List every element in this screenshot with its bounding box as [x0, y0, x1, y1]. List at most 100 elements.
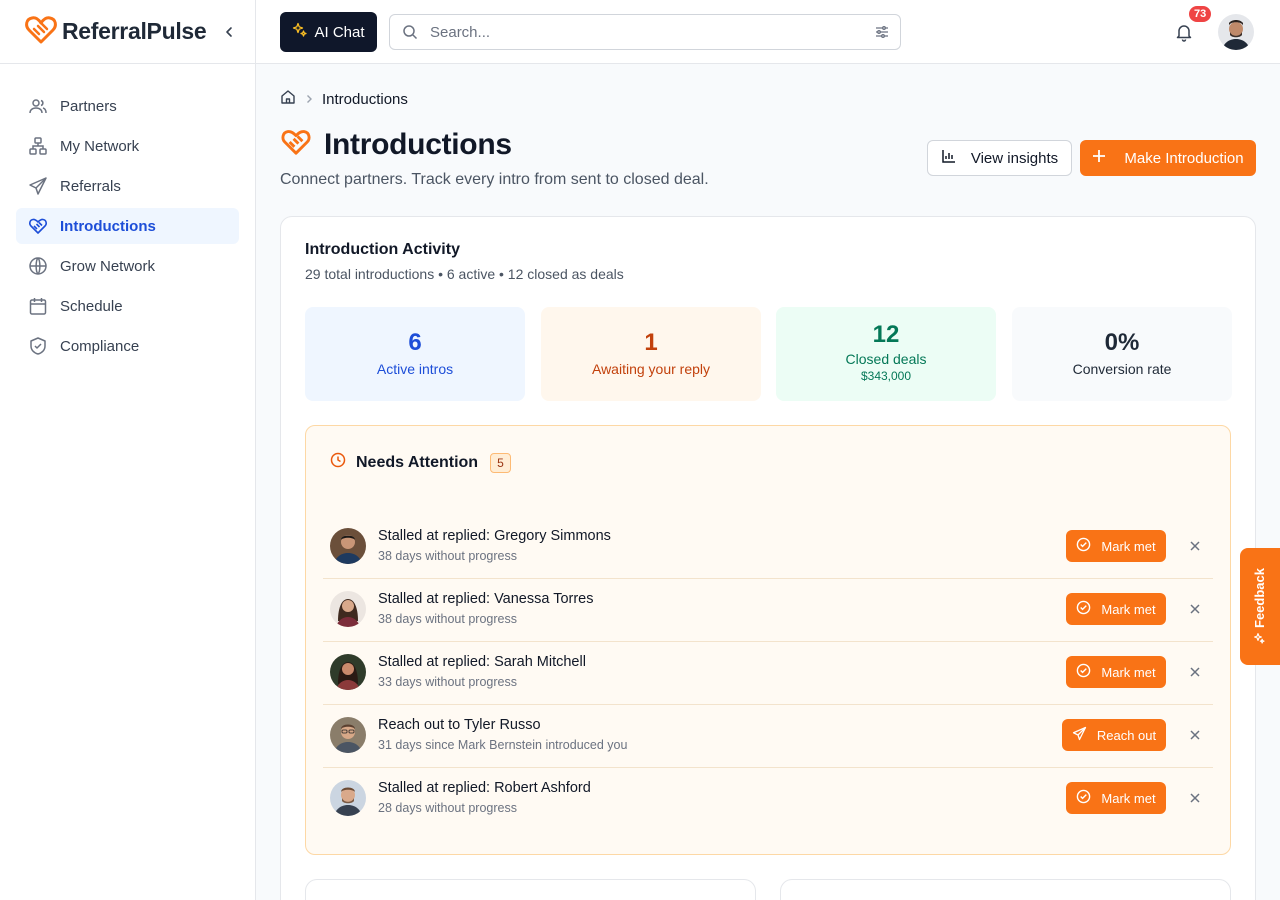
user-avatar[interactable] — [1218, 14, 1254, 50]
action-label: Mark met — [1101, 790, 1156, 806]
page-subtitle: Connect partners. Track every intro from… — [280, 171, 709, 188]
stat-extra: $343,000 — [860, 369, 912, 383]
sidebar-item-label: Schedule — [60, 297, 123, 315]
secondary-card-right — [780, 879, 1231, 900]
sparkle-icon — [1254, 633, 1266, 648]
introduction-activity-card: Introduction Activity 29 total introduct… — [280, 216, 1256, 900]
page-title-text: Introductions — [324, 127, 512, 161]
stat-label: Closed deals — [845, 351, 927, 367]
reach-out-button[interactable]: Reach out — [1062, 719, 1166, 751]
stat-value: 0% — [1104, 329, 1140, 356]
attention-item-title: Stalled at replied: Gregory Simmons — [378, 528, 611, 544]
bell-icon[interactable] — [1174, 22, 1194, 42]
brand[interactable]: ReferralPulse — [0, 0, 255, 64]
check-circle-icon — [1076, 600, 1091, 618]
sidebar-item-schedule[interactable]: Schedule — [16, 288, 239, 324]
sidebar-item-label: Referrals — [60, 177, 121, 195]
sidebar-item-compliance[interactable]: Compliance — [16, 328, 239, 364]
close-icon[interactable] — [1187, 601, 1203, 617]
send-icon — [1072, 726, 1087, 744]
view-insights-label: View insights — [970, 149, 1059, 167]
sidebar-item-partners[interactable]: Partners — [16, 88, 239, 124]
sidebar-item-label: My Network — [60, 137, 140, 155]
sidebar-item-label: Grow Network — [60, 257, 156, 275]
network-icon — [28, 136, 48, 156]
sidebar-item-referrals[interactable]: Referrals — [16, 168, 239, 204]
close-icon[interactable] — [1187, 538, 1203, 554]
chevron-left-icon — [226, 27, 232, 37]
feedback-tab[interactable]: Feedback — [1240, 548, 1280, 665]
attention-item-title: Stalled at replied: Vanessa Torres — [378, 591, 594, 607]
stat-label: Awaiting your reply — [591, 361, 711, 377]
sidebar-item-label: Compliance — [60, 337, 140, 355]
make-introduction-label: Make Introduction — [1124, 149, 1244, 167]
action-label: Mark met — [1101, 664, 1156, 680]
sidebar-nav: Partners My Network Referrals Introducti… — [0, 64, 255, 392]
close-icon[interactable] — [1187, 727, 1203, 743]
needs-attention-header: Needs Attention 5 — [330, 452, 511, 473]
filter-icon[interactable] — [874, 24, 890, 45]
sidebar: ReferralPulse Partners My Network Referr… — [0, 0, 256, 900]
attention-item: Stalled at replied: Vanessa Torres 38 da… — [323, 579, 1213, 642]
mark-met-button[interactable]: Mark met — [1066, 782, 1166, 814]
stat-active-intros[interactable]: 6 Active intros — [305, 307, 525, 401]
attention-item-subtitle: 38 days without progress — [378, 549, 517, 563]
check-circle-icon — [1076, 663, 1091, 681]
search-input[interactable] — [430, 23, 850, 41]
feedback-text: Feedback — [1252, 568, 1267, 646]
attention-item-subtitle: 33 days without progress — [378, 675, 517, 689]
make-introduction-button[interactable]: Make Introduction — [1080, 140, 1256, 176]
view-insights-button[interactable]: View insights — [927, 140, 1072, 176]
attention-item-title: Reach out to Tyler Russo — [378, 717, 541, 733]
attention-item-subtitle: 38 days without progress — [378, 612, 517, 626]
attention-item: Stalled at replied: Gregory Simmons 38 d… — [323, 516, 1213, 579]
calendar-icon — [28, 296, 48, 316]
app-name: ReferralPulse — [62, 18, 207, 44]
attention-item-subtitle: 31 days since Mark Bernstein introduced … — [378, 738, 628, 752]
home-icon[interactable] — [280, 89, 296, 109]
page-title: Introductions — [280, 126, 512, 163]
collapse-sidebar-button[interactable] — [219, 22, 239, 42]
sidebar-item-label: Partners — [60, 97, 117, 115]
chevron-right-icon — [304, 91, 314, 108]
search-icon — [402, 24, 418, 40]
mark-met-button[interactable]: Mark met — [1066, 593, 1166, 625]
breadcrumb: Introductions — [280, 89, 408, 109]
globe-icon — [28, 256, 48, 276]
close-icon[interactable] — [1187, 664, 1203, 680]
attention-item: Reach out to Tyler Russo 31 days since M… — [323, 705, 1213, 768]
avatar — [330, 591, 366, 627]
sidebar-item-label: Introductions — [60, 217, 156, 235]
sidebar-item-introductions[interactable]: Introductions — [16, 208, 239, 244]
notification-badge: 73 — [1189, 6, 1212, 22]
card-summary: 29 total introductions • 6 active • 12 c… — [305, 266, 624, 282]
action-label: Reach out — [1096, 727, 1157, 743]
ai-chat-button[interactable]: AI Chat — [280, 12, 377, 52]
stat-awaiting-reply[interactable]: 1 Awaiting your reply — [541, 307, 761, 401]
breadcrumb-current: Introductions — [322, 90, 408, 108]
avatar — [330, 528, 366, 564]
plus-icon — [1092, 149, 1106, 167]
needs-attention-count: 5 — [490, 452, 511, 473]
sidebar-item-my-network[interactable]: My Network — [16, 128, 239, 164]
check-circle-icon — [1076, 537, 1091, 555]
secondary-card-left — [305, 879, 756, 900]
bar-chart-icon — [941, 148, 957, 168]
avatar — [330, 780, 366, 816]
clock-icon — [330, 452, 346, 473]
stat-value: 6 — [408, 329, 422, 356]
mark-met-button[interactable]: Mark met — [1066, 530, 1166, 562]
feedback-label: Feedback — [1252, 568, 1267, 628]
stat-closed-deals[interactable]: 12 Closed deals $343,000 — [776, 307, 996, 401]
handshake-icon — [28, 216, 48, 236]
stat-conversion-rate[interactable]: 0% Conversion rate — [1012, 307, 1232, 401]
avatar — [330, 654, 366, 690]
sidebar-item-grow-network[interactable]: Grow Network — [16, 248, 239, 284]
needs-attention-panel: Needs Attention 5 Stalled at replied: Gr… — [305, 425, 1231, 855]
send-icon — [28, 176, 48, 196]
close-icon[interactable] — [1187, 790, 1203, 806]
handshake-icon — [280, 126, 312, 163]
mark-met-button[interactable]: Mark met — [1066, 656, 1166, 688]
stat-value: 1 — [644, 329, 658, 356]
avatar — [330, 717, 366, 753]
